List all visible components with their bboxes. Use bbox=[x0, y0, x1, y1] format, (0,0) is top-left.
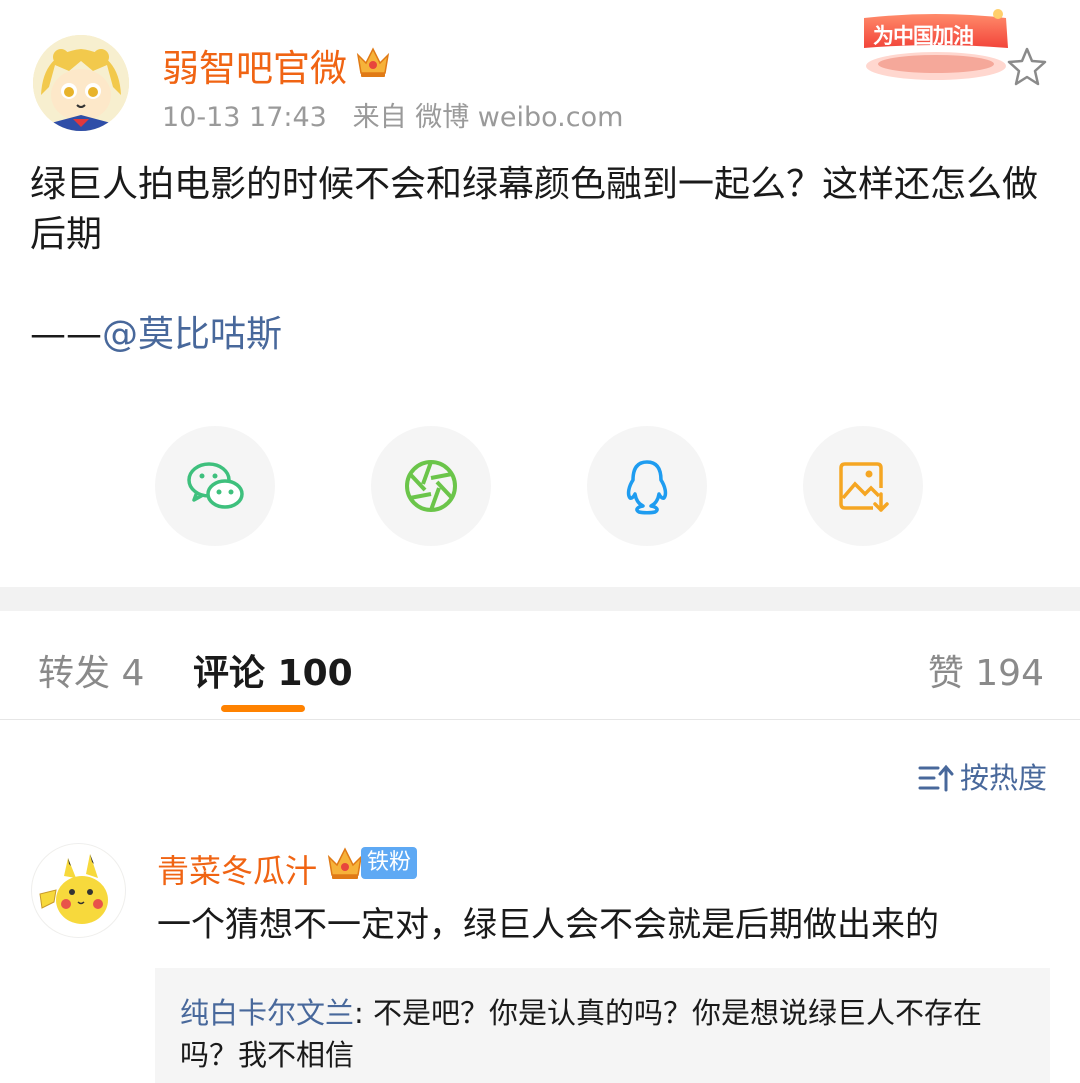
author-name[interactable]: 弱智吧官微 bbox=[162, 38, 347, 92]
post-timestamp: 10-13 17:43 bbox=[162, 102, 327, 133]
mention-link[interactable]: @莫比咕斯 bbox=[102, 314, 282, 355]
share-moments-button[interactable] bbox=[371, 426, 491, 546]
reply-text-block: 纯白卡尔文兰: 不是吧？你是认真的吗？你是想说绿巨人不存在吗？我不相信 bbox=[180, 992, 1030, 1076]
fan-badge: 铁粉 bbox=[361, 847, 418, 879]
tab-comment[interactable]: 评论 100 bbox=[193, 644, 353, 696]
save-image-button[interactable] bbox=[803, 426, 923, 546]
comment-avatar[interactable] bbox=[31, 843, 126, 938]
post-meta: 10-13 17:43 来自 微博 weibo.com bbox=[162, 95, 623, 134]
moments-icon bbox=[405, 460, 457, 512]
sort-button[interactable]: 按热度 bbox=[918, 755, 1047, 797]
attribution-dash: —— bbox=[30, 314, 102, 355]
qq-icon bbox=[626, 460, 668, 515]
comment-text: 一个猜想不一定对，绿巨人会不会就是后期做出来的 bbox=[157, 905, 939, 945]
post-text: 绿巨人拍电影的时候不会和绿幕颜色融到一起么？这样还怎么做后期 bbox=[30, 164, 1039, 255]
save-image-icon bbox=[839, 462, 889, 512]
crown-icon bbox=[356, 47, 390, 77]
active-tab-indicator bbox=[221, 705, 305, 712]
crown-icon bbox=[327, 847, 363, 879]
post-attribution: ——@莫比咕斯 bbox=[30, 310, 282, 360]
star-icon[interactable] bbox=[1005, 45, 1049, 89]
author-avatar[interactable] bbox=[33, 35, 129, 131]
tab-repost[interactable]: 转发 4 bbox=[38, 644, 144, 696]
comment-username[interactable]: 青菜冬瓜汁 bbox=[157, 846, 317, 892]
tabs-border bbox=[0, 719, 1080, 720]
reply-username[interactable]: 纯白卡尔文兰 bbox=[180, 996, 354, 1030]
wechat-icon bbox=[187, 462, 244, 509]
event-badge-label: 为中国加油 bbox=[873, 24, 974, 48]
reply-separator: : bbox=[354, 996, 374, 1030]
sort-icon bbox=[918, 764, 954, 792]
share-wechat-button[interactable] bbox=[155, 426, 275, 546]
section-divider bbox=[0, 587, 1080, 611]
sort-label: 按热度 bbox=[960, 761, 1048, 795]
source-label: 来自 bbox=[352, 102, 407, 133]
share-qq-button[interactable] bbox=[587, 426, 707, 546]
post-source: 微博 weibo.com bbox=[415, 102, 624, 133]
tab-like[interactable]: 赞 194 bbox=[928, 644, 1044, 696]
